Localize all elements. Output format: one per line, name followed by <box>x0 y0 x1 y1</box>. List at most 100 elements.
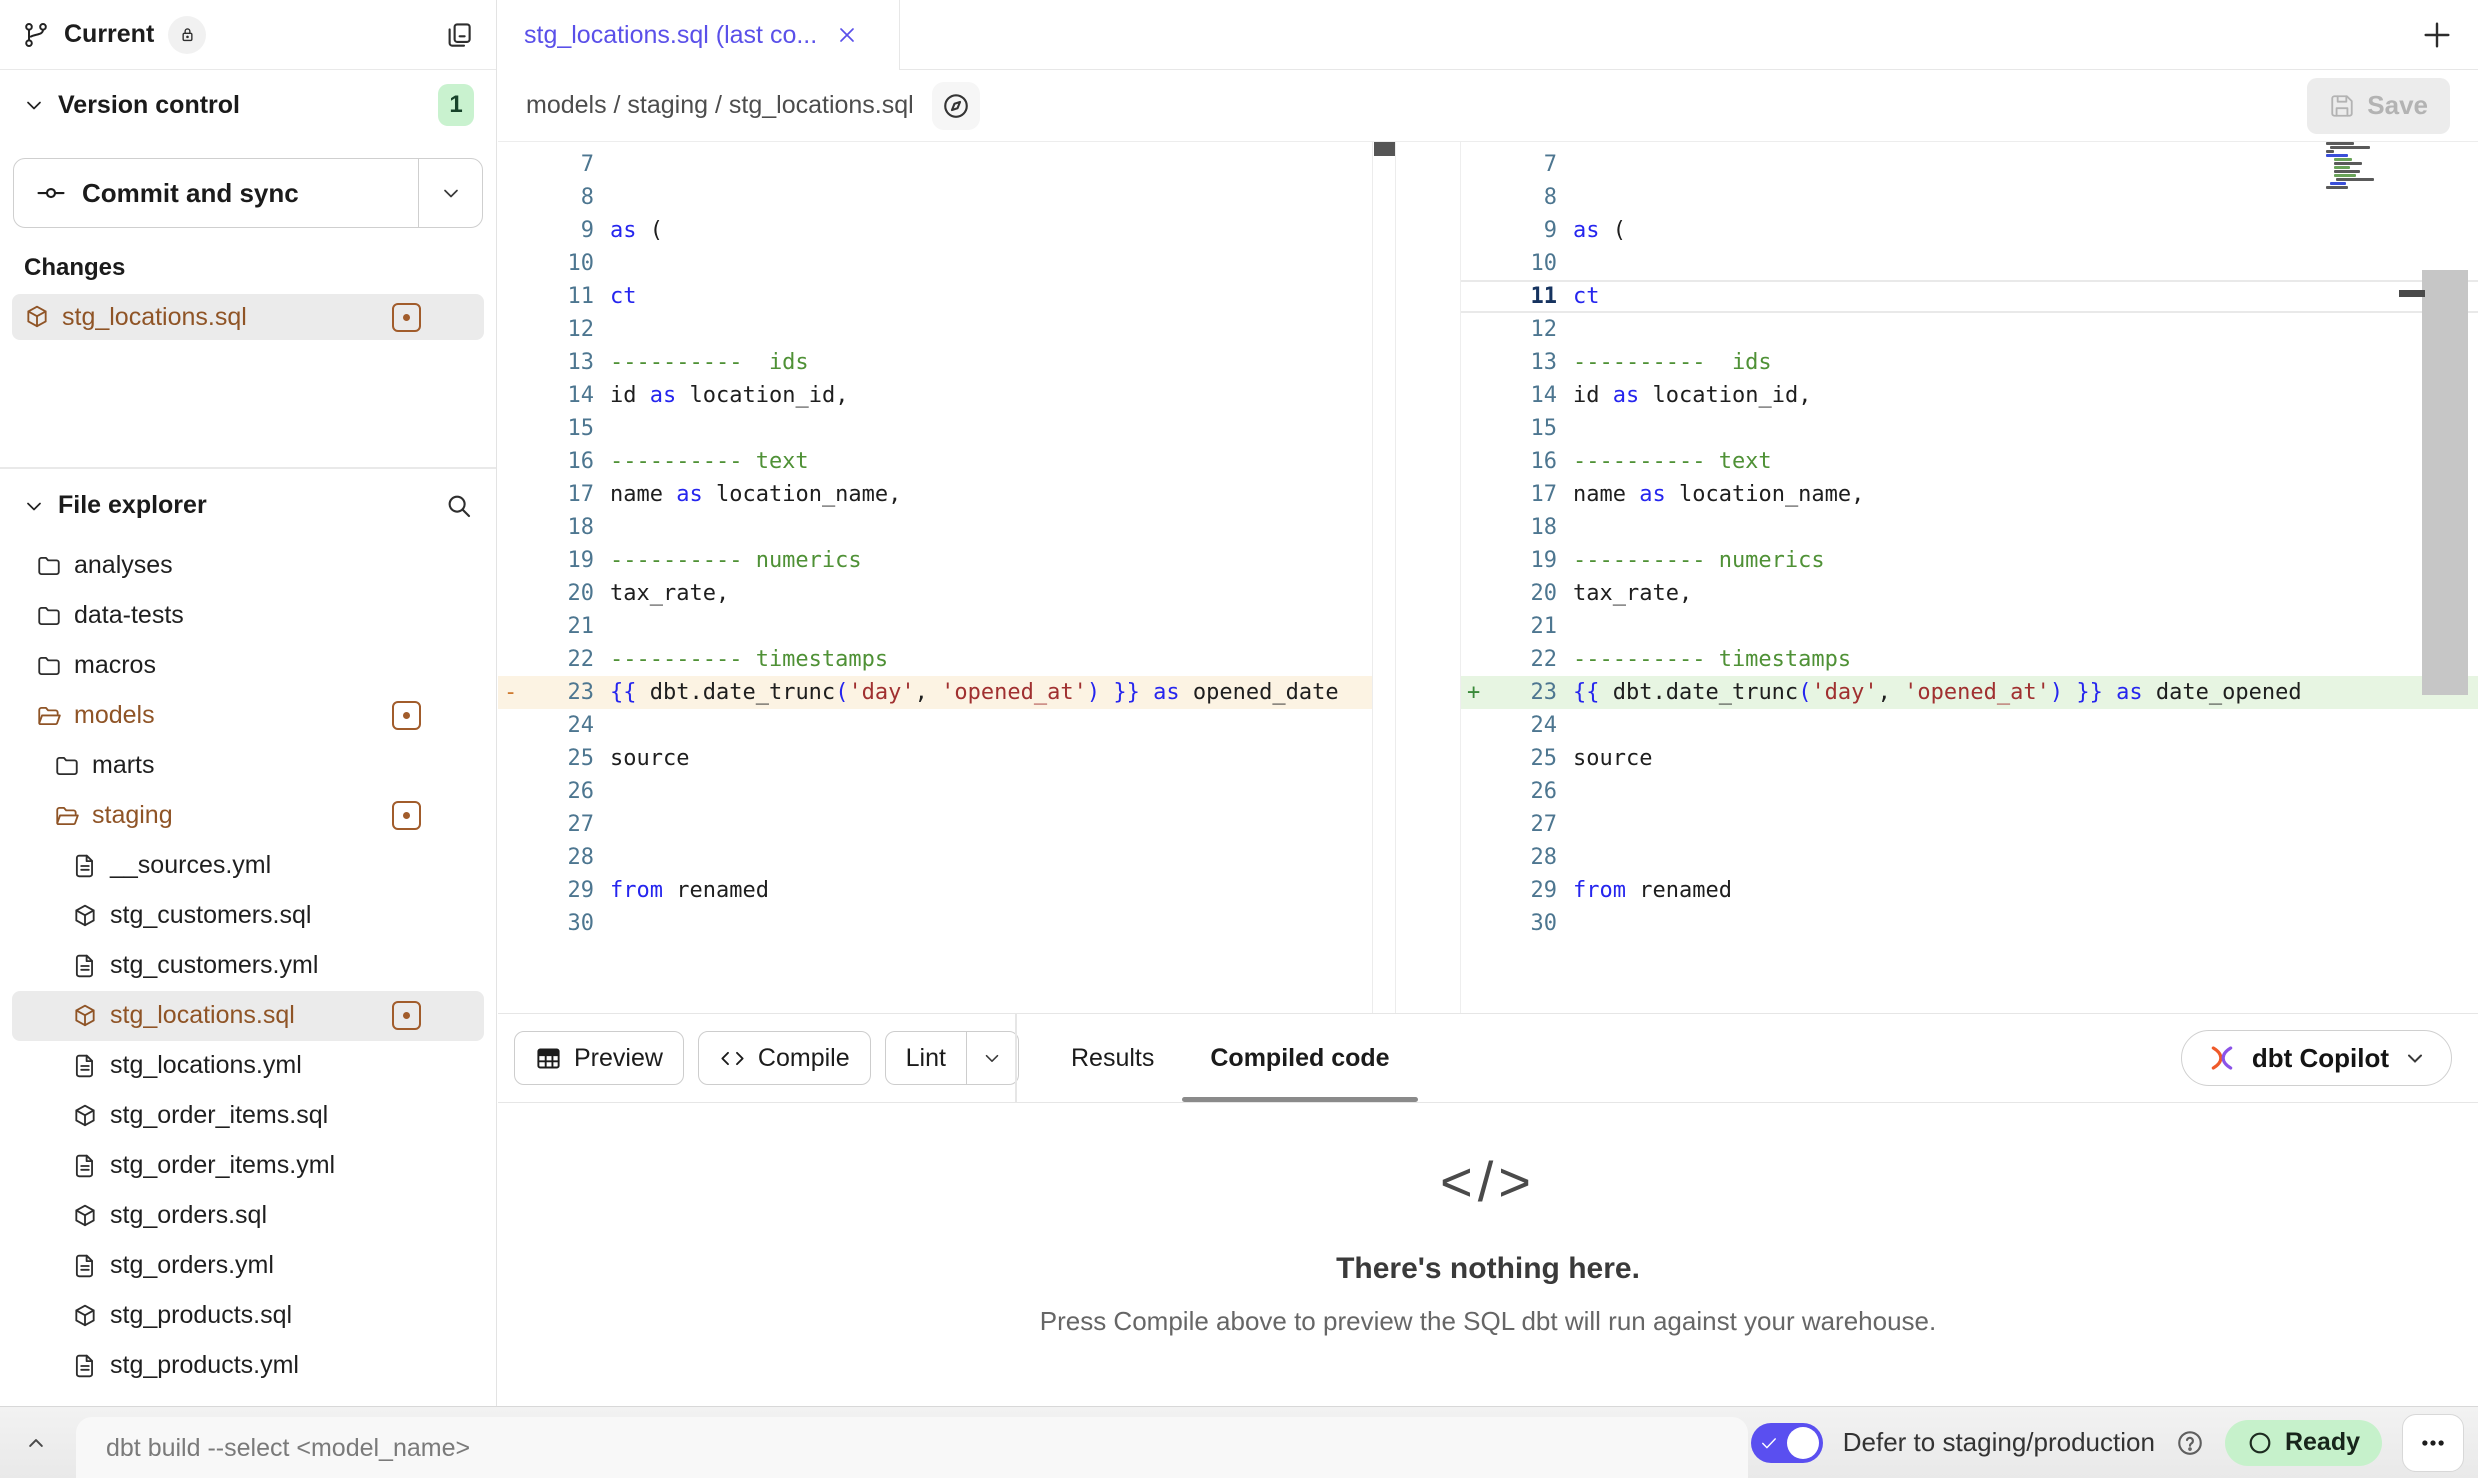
tab-compiled-code[interactable]: Compiled code <box>1182 1014 1417 1102</box>
code-line-8[interactable]: 8 <box>498 181 1372 214</box>
code-line-23[interactable]: -23{{ dbt.date_trunc('day', 'opened_at')… <box>498 676 1372 709</box>
file-item-stg_order_items.sql[interactable]: stg_order_items.sql <box>12 1091 484 1141</box>
file-item-analyses[interactable]: analyses <box>12 541 484 591</box>
code-line-17[interactable]: 17name as location_name, <box>1461 478 2478 511</box>
code-line-12[interactable]: 12 <box>1461 313 2478 346</box>
file-item-stg_locations.yml[interactable]: stg_locations.yml <box>12 1041 484 1091</box>
file-item-__sources.yml[interactable]: __sources.yml <box>12 841 484 891</box>
code-text <box>594 148 610 181</box>
scrollbar-thumb[interactable] <box>1374 142 1395 156</box>
code-line-28[interactable]: 28 <box>1461 841 2478 874</box>
defer-toggle[interactable] <box>1751 1423 1823 1463</box>
code-line-17[interactable]: 17name as location_name, <box>498 478 1372 511</box>
line-number: 25 <box>524 742 594 775</box>
diff-marker <box>498 280 524 313</box>
file-item-stg_products.yml[interactable]: stg_products.yml <box>12 1341 484 1391</box>
diff-left-pane[interactable]: 6789as (1011ct1213---------- ids14id as … <box>498 142 1372 1013</box>
file-item-marts[interactable]: marts <box>12 741 484 791</box>
code-line-11[interactable]: 11ct <box>498 280 1372 313</box>
file-item-data-tests[interactable]: data-tests <box>12 591 484 641</box>
file-name: stg_orders.sql <box>110 1201 267 1230</box>
search-icon[interactable] <box>444 491 474 521</box>
code-line-21[interactable]: 21 <box>498 610 1372 643</box>
code-line-25[interactable]: 25source <box>498 742 1372 775</box>
code-line-15[interactable]: 15 <box>1461 412 2478 445</box>
code-line-12[interactable]: 12 <box>498 313 1372 346</box>
code-line-23[interactable]: +23{{ dbt.date_trunc('day', 'opened_at')… <box>1461 676 2478 709</box>
commit-options-chevron[interactable] <box>418 159 482 227</box>
file-item-stg_customers.sql[interactable]: stg_customers.sql <box>12 891 484 941</box>
file-item-stg_orders.yml[interactable]: stg_orders.yml <box>12 1241 484 1291</box>
file-item-models[interactable]: models <box>12 691 484 741</box>
code-line-14[interactable]: 14id as location_id, <box>498 379 1372 412</box>
dbt-copilot-button[interactable]: dbt Copilot <box>2181 1030 2452 1086</box>
code-line-26[interactable]: 26 <box>498 775 1372 808</box>
code-line-18[interactable]: 18 <box>498 511 1372 544</box>
code-line-27[interactable]: 27 <box>1461 808 2478 841</box>
code-line-16[interactable]: 16---------- text <box>498 445 1372 478</box>
command-input[interactable] <box>76 1434 1748 1463</box>
file-item-stg_customers.yml[interactable]: stg_customers.yml <box>12 941 484 991</box>
lint-options-chevron[interactable] <box>966 1032 1018 1084</box>
file-item-staging[interactable]: staging <box>12 791 484 841</box>
line-number: 13 <box>1491 346 1557 379</box>
code-line-13[interactable]: 13---------- ids <box>1461 346 2478 379</box>
file-item-stg_orders.sql[interactable]: stg_orders.sql <box>12 1191 484 1241</box>
chevron-up-icon[interactable] <box>22 1429 50 1457</box>
file-item-stg_order_items.yml[interactable]: stg_order_items.yml <box>12 1141 484 1191</box>
code-line-11[interactable]: 11ct <box>1461 280 2478 313</box>
code-line-24[interactable]: 24 <box>1461 709 2478 742</box>
close-icon[interactable] <box>835 23 859 47</box>
changed-file-stg_locations.sql[interactable]: stg_locations.sql <box>12 294 484 340</box>
code-line-10[interactable]: 10 <box>1461 247 2478 280</box>
code-line-20[interactable]: 20tax_rate, <box>1461 577 2478 610</box>
code-line-10[interactable]: 10 <box>498 247 1372 280</box>
code-line-20[interactable]: 20tax_rate, <box>498 577 1372 610</box>
diff-right-pane[interactable]: 6789as (1011ct1213---------- ids14id as … <box>1460 142 2478 1013</box>
scrollbar-thumb[interactable] <box>2399 290 2425 297</box>
empty-state-subtitle: Press Compile above to preview the SQL d… <box>788 1306 2188 1337</box>
file-item-macros[interactable]: macros <box>12 641 484 691</box>
new-tab-icon[interactable] <box>2420 18 2454 52</box>
code-line-29[interactable]: 29from renamed <box>498 874 1372 907</box>
code-line-14[interactable]: 14id as location_id, <box>1461 379 2478 412</box>
code-line-26[interactable]: 26 <box>1461 775 2478 808</box>
chevron-down-icon[interactable] <box>22 494 46 518</box>
code-line-7[interactable]: 7 <box>498 148 1372 181</box>
code-line-19[interactable]: 19---------- numerics <box>498 544 1372 577</box>
code-line-27[interactable]: 27 <box>498 808 1372 841</box>
compile-button[interactable]: Compile <box>698 1031 871 1085</box>
code-line-18[interactable]: 18 <box>1461 511 2478 544</box>
code-line-25[interactable]: 25source <box>1461 742 2478 775</box>
code-line-21[interactable]: 21 <box>1461 610 2478 643</box>
left-pane-scrollbar[interactable] <box>1372 142 1396 1013</box>
commit-and-sync-button[interactable]: Commit and sync <box>14 159 418 227</box>
code-line-19[interactable]: 19---------- numerics <box>1461 544 2478 577</box>
code-line-13[interactable]: 13---------- ids <box>498 346 1372 379</box>
code-line-28[interactable]: 28 <box>498 841 1372 874</box>
tab-stg-locations[interactable]: stg_locations.sql (last co... <box>498 0 900 70</box>
chevron-down-icon[interactable] <box>22 93 46 117</box>
help-icon[interactable] <box>2175 1428 2205 1458</box>
code-line-22[interactable]: 22---------- timestamps <box>498 643 1372 676</box>
lineage-icon[interactable] <box>932 82 980 130</box>
right-pane-scrollbar[interactable] <box>2422 270 2468 695</box>
code-line-24[interactable]: 24 <box>498 709 1372 742</box>
code-line-9[interactable]: 9as ( <box>498 214 1372 247</box>
code-line-22[interactable]: 22---------- timestamps <box>1461 643 2478 676</box>
file-item-stg_products.sql[interactable]: stg_products.sql <box>12 1291 484 1341</box>
save-button[interactable]: Save <box>2307 78 2450 134</box>
file-item-stg_locations.sql[interactable]: stg_locations.sql <box>12 991 484 1041</box>
lint-button[interactable]: Lint <box>886 1032 966 1084</box>
code-line-30[interactable]: 30 <box>1461 907 2478 940</box>
duplicate-tab-icon[interactable] <box>444 20 474 50</box>
preview-button[interactable]: Preview <box>514 1031 684 1085</box>
code-line-15[interactable]: 15 <box>498 412 1372 445</box>
code-line-16[interactable]: 16---------- text <box>1461 445 2478 478</box>
more-options-icon[interactable] <box>2402 1414 2464 1472</box>
code-line-30[interactable]: 30 <box>498 907 1372 940</box>
tab-results[interactable]: Results <box>1063 1014 1162 1102</box>
code-line-29[interactable]: 29from renamed <box>1461 874 2478 907</box>
status-badge[interactable]: Ready <box>2225 1420 2382 1466</box>
code-line-9[interactable]: 9as ( <box>1461 214 2478 247</box>
